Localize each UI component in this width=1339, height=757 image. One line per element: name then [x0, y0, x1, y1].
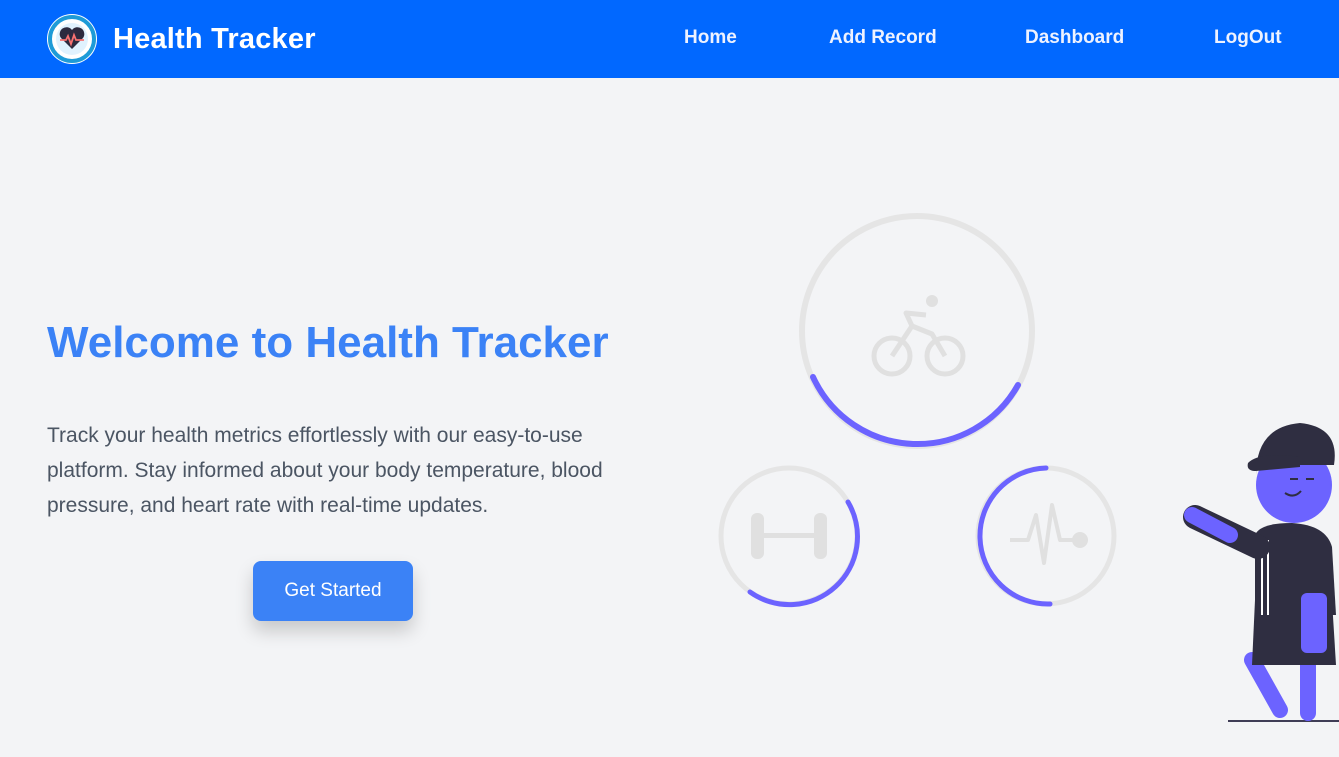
- heartbeat-icon: [1010, 503, 1088, 565]
- fitness-illustration: [700, 195, 1339, 752]
- top-navbar: Health Tracker Home Add Record Dashboard…: [0, 0, 1339, 78]
- nav-dashboard-link[interactable]: Dashboard: [1025, 27, 1124, 49]
- heartbeat-ring: [975, 465, 1117, 607]
- nav-add-record-link[interactable]: Add Record: [829, 27, 937, 49]
- hero-description: Track your health metrics effortlessly w…: [47, 424, 603, 517]
- dumbbell-icon: [751, 513, 827, 559]
- nav-logout-link[interactable]: LogOut: [1214, 27, 1282, 49]
- nav-home-link[interactable]: Home: [684, 27, 737, 49]
- get-started-button[interactable]: Get Started: [253, 561, 413, 621]
- cycling-icon: [871, 295, 966, 377]
- brand-title: Health Tracker: [113, 22, 316, 55]
- heart-pulse-icon: [47, 14, 97, 64]
- person-figure: [1183, 423, 1339, 722]
- brand[interactable]: Health Tracker: [47, 14, 316, 64]
- cycling-ring: [799, 213, 1035, 449]
- hero-title: Welcome to Health Tracker: [47, 318, 609, 367]
- dumbbell-ring: [718, 465, 860, 608]
